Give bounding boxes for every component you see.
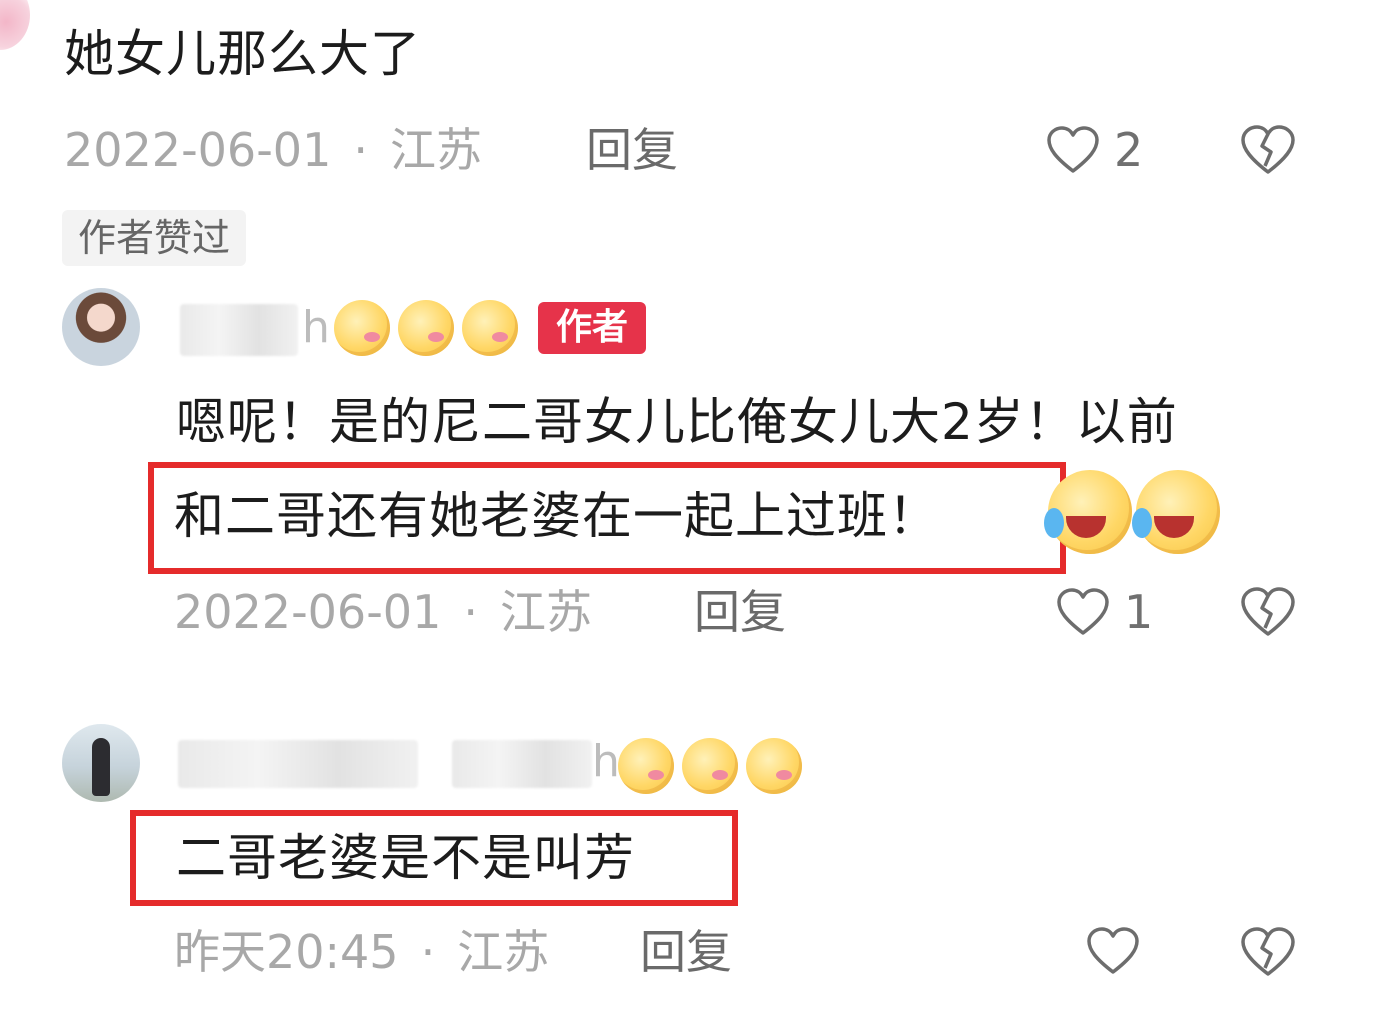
- meta-separator: ·: [420, 925, 436, 979]
- comment-3-text: 二哥老婆是不是叫芳: [176, 829, 635, 887]
- comment-2-date: 2022-06-01: [174, 585, 442, 639]
- author-liked-badge: 作者赞过: [62, 210, 247, 266]
- comment-1-location: 江苏: [389, 123, 482, 177]
- broken-heart-icon: [1240, 586, 1296, 638]
- meta-separator: ·: [353, 123, 368, 177]
- username-emojis: [618, 738, 802, 794]
- username-blurred: [452, 740, 592, 788]
- comment-3-like-button[interactable]: [1086, 926, 1154, 976]
- comment-2-location: 江苏: [499, 585, 592, 639]
- comment-3-meta: 昨天20:45 · 江苏: [174, 924, 549, 980]
- heart-icon: [1086, 926, 1140, 976]
- comment-3-username-suffix: h: [592, 736, 620, 787]
- heart-icon: [1046, 125, 1100, 175]
- broken-heart-icon: [1240, 926, 1296, 978]
- kiss-emoji-icon: [682, 738, 738, 794]
- comment-2-like-button[interactable]: 1: [1056, 584, 1153, 640]
- comment-1-dislike-button[interactable]: [1240, 124, 1296, 176]
- comment-2-username-suffix: h: [302, 302, 330, 353]
- comment-1-reply-button[interactable]: 回复: [586, 122, 678, 178]
- comment-2-like-count: 1: [1124, 585, 1154, 639]
- comment-2-reply-button[interactable]: 回复: [694, 584, 786, 640]
- kiss-emoji-icon: [618, 738, 674, 794]
- comment-3-dislike-button[interactable]: [1240, 926, 1296, 978]
- comment-2-dislike-button[interactable]: [1240, 586, 1296, 638]
- comment-2-text-line1: 嗯呢！是的尼二哥女儿比俺女儿大2岁！以前: [176, 393, 1178, 451]
- comment-1-like-button[interactable]: 2: [1046, 122, 1143, 178]
- laugh-cry-emoji-icon: [1044, 470, 1132, 554]
- username-blurred: [178, 740, 418, 788]
- username-emojis: [334, 300, 518, 356]
- laugh-cry-emoji-icon: [1132, 470, 1220, 554]
- comment-3-location: 江苏: [457, 925, 550, 979]
- comment-3-reply-button[interactable]: 回复: [640, 924, 732, 980]
- avatar[interactable]: [62, 724, 140, 802]
- heart-icon: [1056, 587, 1110, 637]
- broken-heart-icon: [1240, 124, 1296, 176]
- comment-1-meta: 2022-06-01 · 江苏: [64, 122, 482, 178]
- comment-3-date: 昨天20:45: [174, 925, 399, 979]
- author-badge: 作者: [538, 302, 646, 354]
- comment-2-text-line2: 和二哥还有她老婆在一起上过班！: [174, 487, 939, 545]
- comment-2-meta: 2022-06-01 · 江苏: [174, 584, 592, 640]
- comment-1-text: 她女儿那么大了: [64, 25, 421, 83]
- username-blurred: [180, 304, 298, 356]
- kiss-emoji-icon: [334, 300, 390, 356]
- kiss-emoji-icon: [398, 300, 454, 356]
- comment-2-emojis: [1044, 470, 1220, 554]
- comment-1-date: 2022-06-01: [64, 123, 332, 177]
- kiss-emoji-icon: [462, 300, 518, 356]
- avatar[interactable]: [62, 288, 140, 366]
- comment-1-like-count: 2: [1114, 123, 1144, 177]
- decorative-corner: [0, 0, 30, 50]
- meta-separator: ·: [463, 585, 478, 639]
- kiss-emoji-icon: [746, 738, 802, 794]
